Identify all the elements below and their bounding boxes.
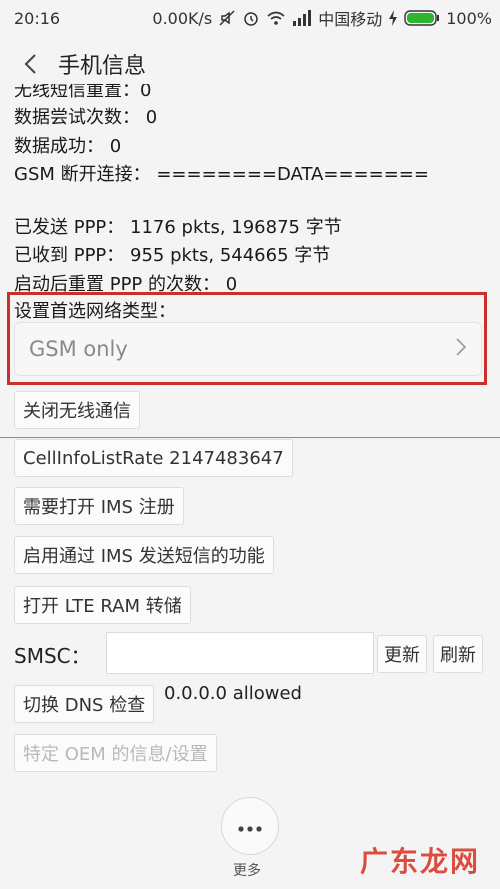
more-button[interactable]	[221, 797, 279, 855]
ims-sms-button[interactable]: 启用通过 IMS 发送短信的功能	[14, 536, 274, 574]
more-icon	[238, 817, 262, 836]
chevron-right-icon	[455, 337, 467, 361]
watermark: 广东龙网	[360, 845, 481, 878]
update-button[interactable]: 更新	[377, 635, 427, 673]
battery-level: 100%	[446, 8, 492, 28]
silent-icon	[218, 9, 236, 27]
more-label: 更多	[233, 863, 261, 879]
smsc-input[interactable]	[106, 632, 374, 674]
clipped-info-line: 无线短信重置：0	[0, 84, 500, 98]
wifi-icon	[266, 9, 286, 27]
radio-off-button[interactable]: 关闭无线通信	[14, 391, 140, 429]
refresh-button[interactable]: 刷新	[433, 635, 483, 673]
info-radio-reset: 无线短信重置：0	[14, 84, 152, 98]
signal-icon	[292, 10, 312, 26]
lte-ram-dump-button[interactable]: 打开 LTE RAM 转储	[14, 586, 191, 624]
ims-register-button[interactable]: 需要打开 IMS 注册	[14, 487, 184, 525]
info-ppp-resets: 启动后重置 PPP 的次数： 0	[14, 274, 238, 295]
charging-icon	[388, 10, 398, 26]
carrier-name: 中国移动	[318, 10, 383, 29]
info-data-attempts: 数据尝试次数： 0	[14, 107, 158, 128]
dns-status: 0.0.0.0 allowed	[164, 683, 302, 704]
info-ppp-received: 已收到 PPP： 955 pkts, 544665 字节	[14, 245, 331, 266]
network-type-select[interactable]: GSM only	[14, 322, 482, 376]
info-data-success: 数据成功： 0	[14, 136, 122, 157]
dns-check-button[interactable]: 切换 DNS 检查	[14, 685, 155, 723]
network-type-value: GSM only	[29, 337, 128, 361]
network-type-label: 设置首选网络类型：	[14, 301, 176, 322]
status-time: 20:16	[14, 8, 61, 28]
page-title: 手机信息	[58, 54, 147, 79]
oem-info-button[interactable]: 特定 OEM 的信息/设置	[14, 734, 217, 772]
smsc-label: SMSC：	[14, 644, 91, 668]
info-gsm-disconnect: GSM 断开连接： ========DATA=======	[14, 164, 429, 185]
status-bar: 20:16 0.00K/s 中国移动 100%	[0, 0, 500, 36]
network-speed: 0.00K/s	[152, 8, 213, 28]
cellinfo-rate-button[interactable]: CellInfoListRate 2147483647	[14, 439, 293, 477]
battery-icon	[404, 10, 440, 26]
info-ppp-sent: 已发送 PPP： 1176 pkts, 196875 字节	[14, 217, 342, 238]
annotation-line	[0, 437, 500, 438]
alarm-icon	[242, 9, 260, 27]
